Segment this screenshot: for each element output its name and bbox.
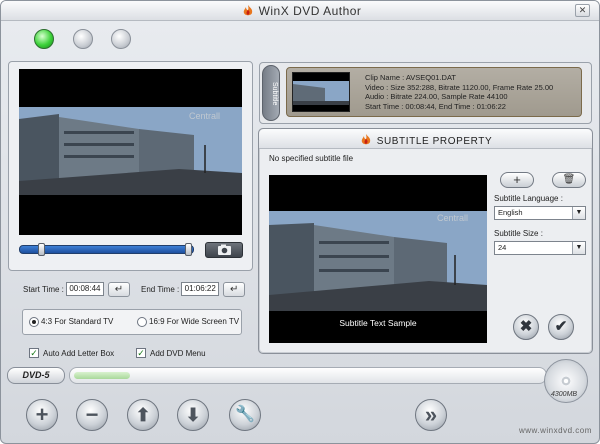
- clip-thumbnail: [292, 72, 350, 112]
- start-time-row: Start Time : 00:08:44 ↵: [23, 280, 130, 298]
- arrow-up-icon: ⬆: [135, 405, 151, 425]
- disc-capacity-label: 4300MB: [551, 391, 578, 398]
- trash-icon: 🗑: [562, 174, 576, 185]
- end-time-row: End Time : 01:06:22 ↵: [141, 280, 246, 298]
- subtitle-sample-text: Subtitle Text Sample: [339, 318, 417, 328]
- dialog-title: SUBTITLE PROPERTY: [376, 136, 493, 147]
- aspect-standard-radio[interactable]: [29, 317, 39, 327]
- clip-audio-line: Audio : Bitrate 224.00, Sample Rate 4410…: [365, 92, 508, 101]
- seek-start-handle[interactable]: [38, 243, 45, 256]
- plus-icon: +: [513, 172, 521, 187]
- clip-time-line: Start Time : 00:08:44, End Time : 01:06:…: [365, 101, 506, 111]
- subtitle-side-tab-label: Subtitle: [271, 82, 278, 106]
- subtitle-size-value: 24: [498, 243, 507, 252]
- move-up-button[interactable]: ⬆: [127, 399, 159, 431]
- enter-icon: ↵: [114, 283, 124, 295]
- preview-overlay-text: Centrall: [437, 213, 468, 223]
- status-led-3: [111, 29, 131, 49]
- letterbox-checkbox[interactable]: ✓: [29, 348, 39, 358]
- close-icon: ✖: [519, 318, 533, 335]
- subtitle-side-tab[interactable]: Subtitle: [262, 65, 280, 121]
- wrench-icon: 🔧: [235, 406, 255, 423]
- video-frame: Centrall: [19, 69, 242, 235]
- website-link[interactable]: www.winxdvd.com: [519, 426, 592, 435]
- aspect-ratio-group: 4:3 For Standard TV 16:9 For Wide Screen…: [22, 309, 242, 335]
- video-screen: Centrall: [19, 69, 242, 235]
- dialog-title-wrap: SUBTITLE PROPERTY: [259, 134, 592, 147]
- flame-logo-icon: [243, 5, 252, 16]
- seek-slider[interactable]: [19, 243, 194, 256]
- dvd-menu-checkbox[interactable]: ✓: [136, 348, 146, 358]
- subtitle-preview: Centrall Subtitle Text Sample: [269, 175, 487, 343]
- remove-clip-button[interactable]: −: [76, 399, 108, 431]
- double-chevron-right-icon: »: [424, 402, 438, 427]
- add-clip-button[interactable]: +: [26, 399, 58, 431]
- next-step-button[interactable]: »: [415, 399, 447, 431]
- dialog-title-bar: SUBTITLE PROPERTY: [259, 129, 592, 149]
- chevron-down-icon: ▼: [572, 242, 585, 254]
- end-time-input[interactable]: 01:06:22: [181, 282, 220, 296]
- title-bar: WinX DVD Author ✕: [1, 1, 599, 21]
- subtitle-language-value: English: [498, 208, 523, 217]
- aspect-wide-label: 16:9 For Wide Screen TV: [149, 317, 240, 326]
- plus-icon: +: [35, 402, 49, 427]
- disc-usage-fill: [74, 372, 130, 379]
- set-end-time-button[interactable]: ↵: [223, 281, 246, 297]
- start-time-label: Start Time :: [23, 284, 64, 294]
- letterbox-label: Auto Add Letter Box: [43, 349, 115, 358]
- chevron-down-icon: ▼: [572, 207, 585, 219]
- clip-info: Clip Name : AVSEQ01.DAT Video : Size 352…: [365, 73, 553, 111]
- ok-button[interactable]: ✔: [548, 314, 574, 340]
- delete-subtitle-button[interactable]: 🗑: [552, 172, 586, 188]
- subtitle-language-select[interactable]: English ▼: [494, 206, 586, 220]
- disc-usage-bar: [69, 367, 547, 384]
- status-led-1: [34, 29, 54, 49]
- clip-item[interactable]: Clip Name : AVSEQ01.DAT Video : Size 352…: [286, 67, 582, 117]
- dvd-menu-label: Add DVD Menu: [150, 349, 206, 358]
- disc-type-selector[interactable]: DVD-5: [7, 367, 65, 384]
- end-time-label: End Time :: [141, 284, 180, 294]
- app-title-wrap: WinX DVD Author: [1, 4, 599, 18]
- app-title: WinX DVD Author: [258, 4, 362, 18]
- set-start-time-button[interactable]: ↵: [107, 281, 130, 297]
- cancel-button[interactable]: ✖: [513, 314, 539, 340]
- clip-name-line: Clip Name : AVSEQ01.DAT: [365, 73, 457, 82]
- flame-logo-icon: [361, 134, 370, 145]
- app-window: WinX DVD Author ✕ Centrall Start Time: …: [0, 0, 600, 444]
- enter-icon: ↵: [230, 283, 239, 295]
- clip-video-line: Video : Size 352:288, Bitrate 1120.00, F…: [365, 82, 554, 92]
- subtitle-language-label: Subtitle Language :: [494, 194, 563, 203]
- video-preview-panel: Centrall: [8, 61, 253, 271]
- snapshot-button[interactable]: [205, 242, 243, 258]
- subtitle-property-dialog: SUBTITLE PROPERTY No specified subtitle …: [258, 128, 593, 354]
- close-button[interactable]: ✕: [575, 4, 590, 17]
- checkmark-icon: ✔: [554, 318, 568, 335]
- minus-icon: −: [85, 402, 99, 427]
- camera-icon: [218, 244, 231, 255]
- status-led-2: [73, 29, 93, 49]
- move-down-button[interactable]: ⬇: [177, 399, 209, 431]
- subtitle-file-status: No specified subtitle file: [269, 154, 354, 163]
- seek-end-handle[interactable]: [185, 243, 192, 256]
- clip-thumbnail-image: [293, 81, 349, 105]
- settings-button[interactable]: 🔧: [229, 399, 261, 431]
- subtitle-size-label: Subtitle Size :: [494, 229, 543, 238]
- subtitle-size-select[interactable]: 24 ▼: [494, 241, 586, 255]
- aspect-wide-radio[interactable]: [137, 317, 147, 327]
- close-icon: ✕: [578, 5, 587, 15]
- aspect-standard-label: 4:3 For Standard TV: [41, 317, 114, 326]
- arrow-down-icon: ⬇: [185, 405, 201, 425]
- add-subtitle-button[interactable]: +: [500, 172, 534, 188]
- video-overlay-text: Centrall: [189, 111, 220, 121]
- start-time-input[interactable]: 00:08:44: [65, 282, 104, 296]
